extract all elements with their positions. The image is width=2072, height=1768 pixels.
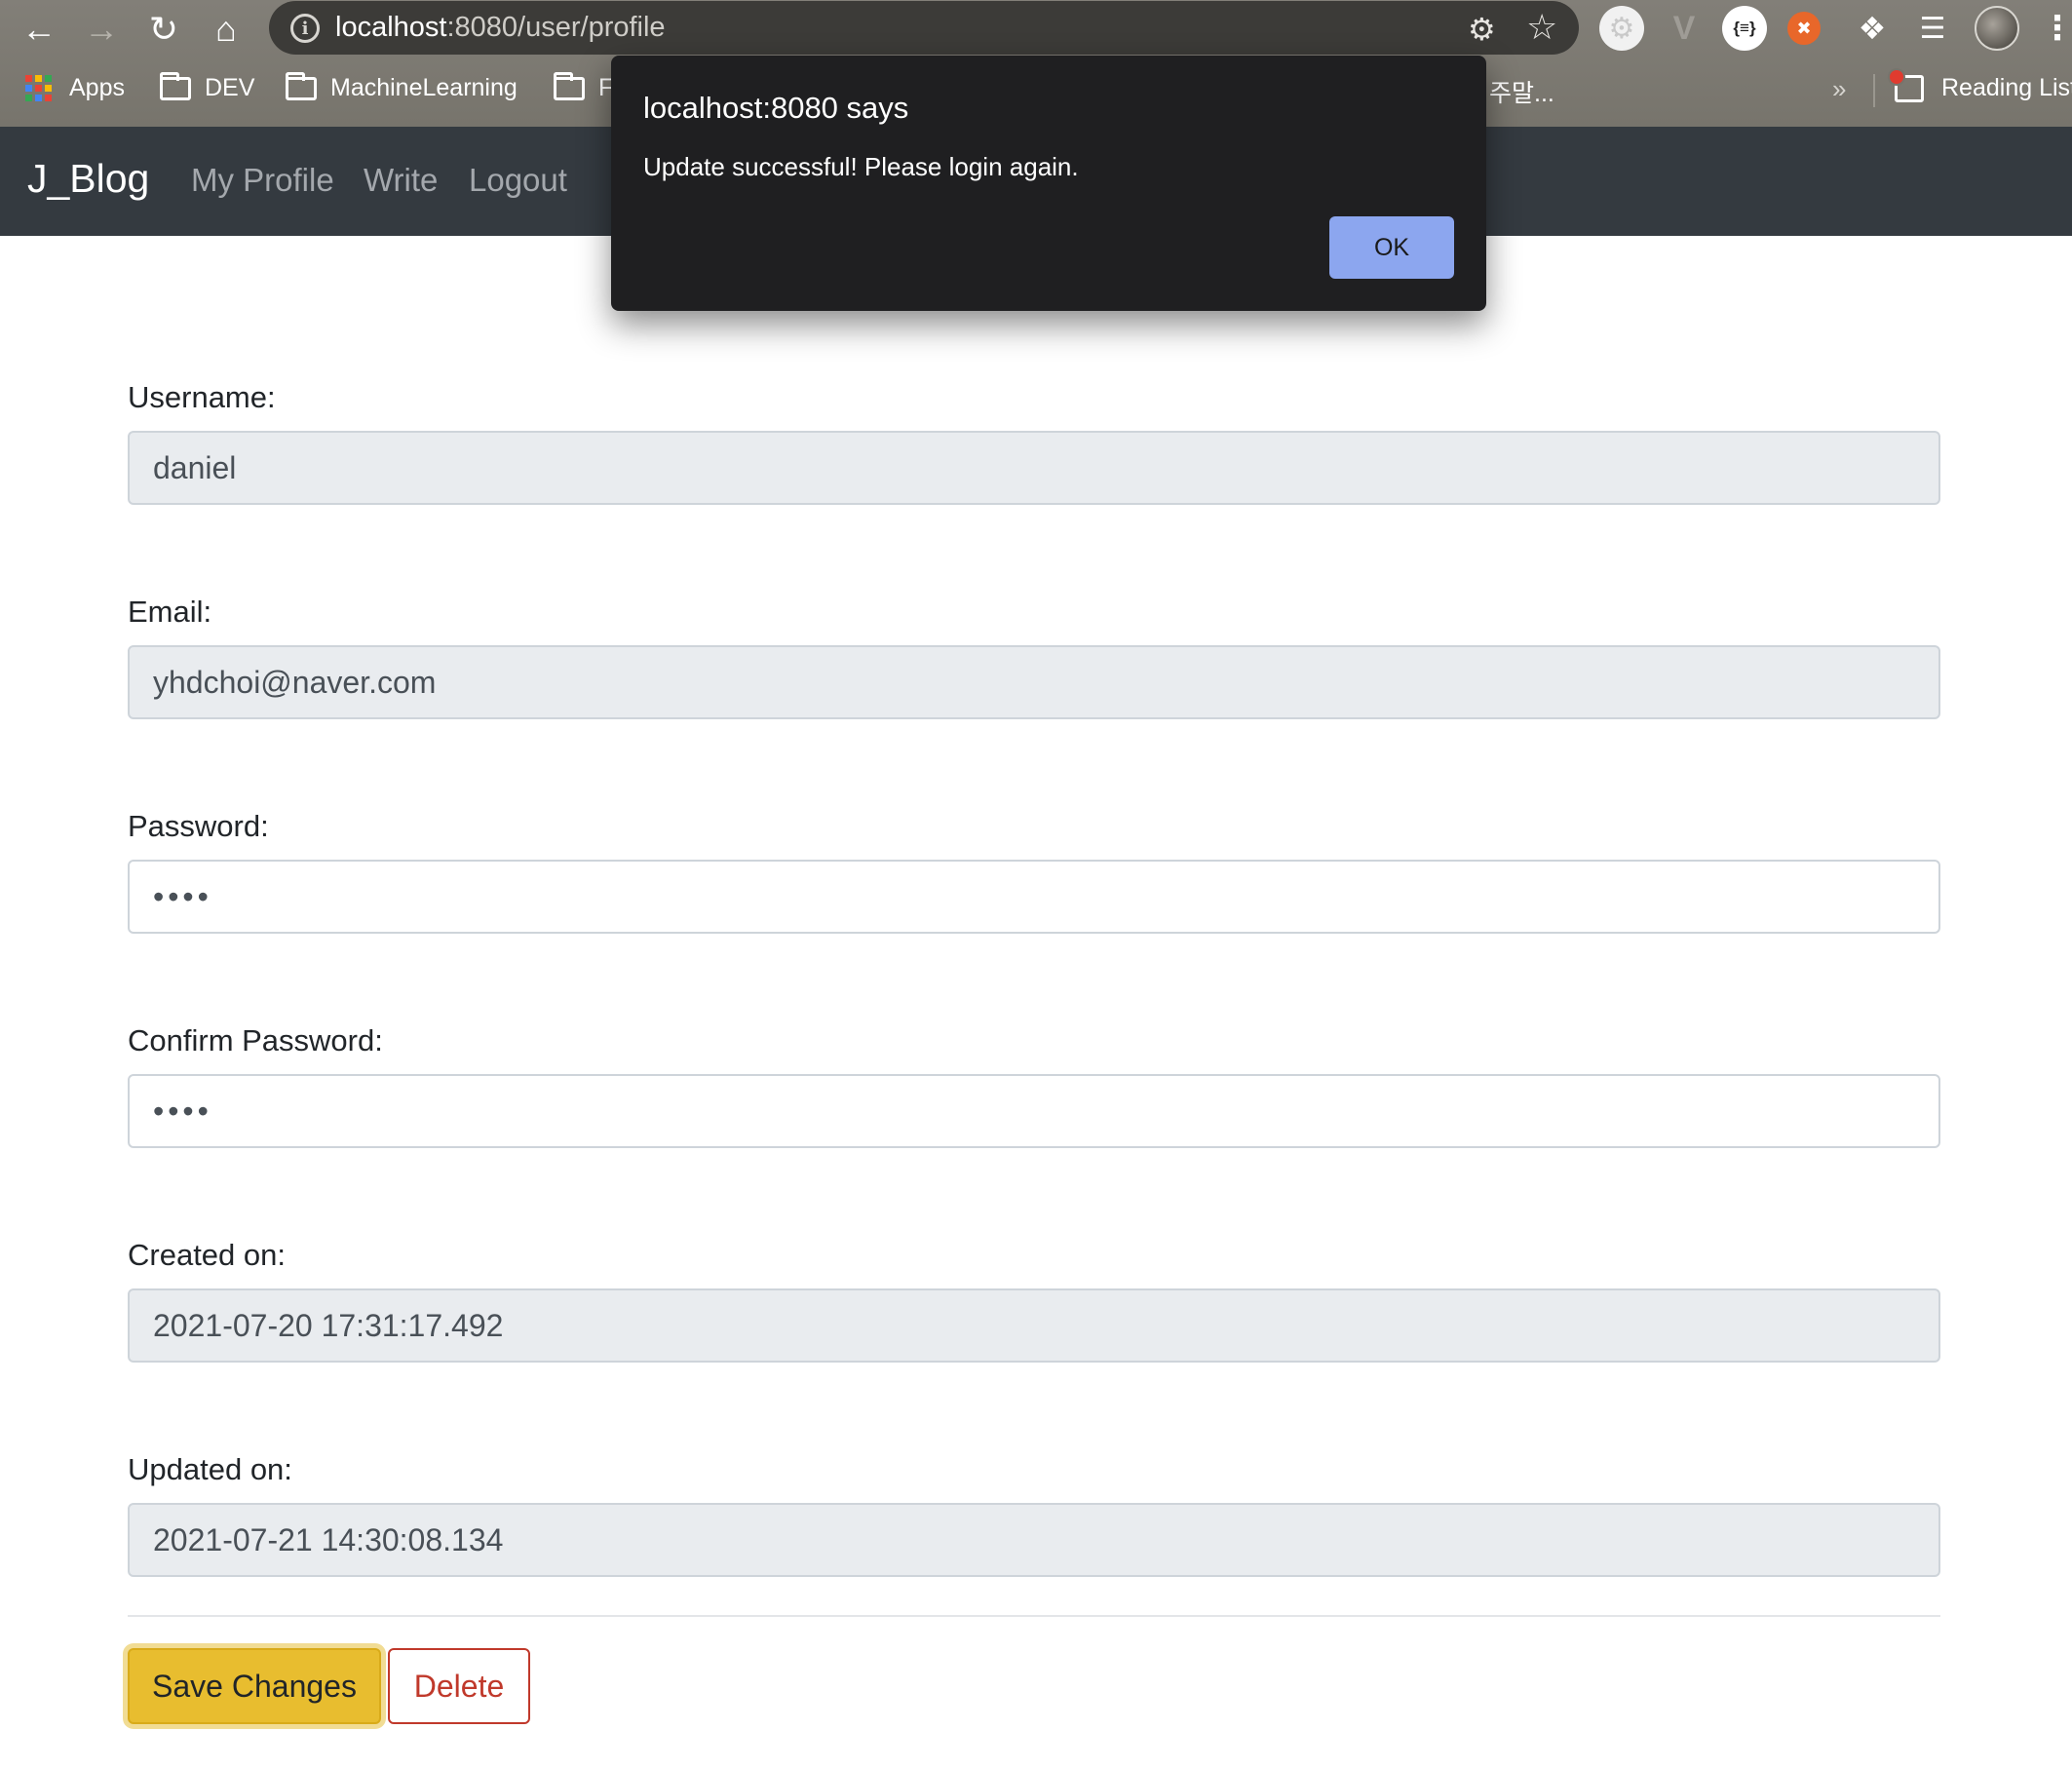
bookmark-ml-label: MachineLearning xyxy=(330,74,518,101)
updated-on-group: Updated on: xyxy=(128,1452,1940,1577)
key-icon[interactable]: ⚙ xyxy=(1468,11,1496,48)
address-bar[interactable]: i localhost:8080/user/profile ⚙ ☆ xyxy=(269,1,1579,55)
bookmark-machinelearning[interactable]: MachineLearning xyxy=(286,71,518,102)
username-label: Username: xyxy=(128,380,276,414)
bookmark-dev-label: DEV xyxy=(205,74,255,101)
email-field[interactable] xyxy=(128,645,1940,719)
created-on-field[interactable] xyxy=(128,1288,1940,1363)
home-icon[interactable]: ⌂ xyxy=(205,8,248,51)
bookmark-apps-label: Apps xyxy=(69,74,125,101)
bookmark-dev[interactable]: DEV xyxy=(160,71,255,102)
confirm-password-group: Confirm Password: xyxy=(128,1023,1940,1148)
bookmark-apps[interactable]: Apps xyxy=(25,74,125,102)
alert-dialog: localhost:8080 says Update successful! P… xyxy=(611,56,1486,311)
created-on-label: Created on: xyxy=(128,1238,286,1272)
save-changes-button[interactable]: Save Changes xyxy=(128,1648,381,1724)
created-on-group: Created on: xyxy=(128,1238,1940,1363)
folder-icon xyxy=(286,71,317,100)
dialog-message: Update successful! Please login again. xyxy=(643,152,1079,181)
updated-on-label: Updated on: xyxy=(128,1452,292,1486)
star-icon[interactable]: ☆ xyxy=(1526,7,1557,48)
email-label: Email: xyxy=(128,595,212,629)
bookmark-partial-folder[interactable]: F xyxy=(554,71,613,102)
url-host: localhost xyxy=(335,12,447,43)
nav-logout[interactable]: Logout xyxy=(469,162,567,199)
dialog-title: localhost:8080 says xyxy=(643,91,909,125)
url-path: :8080/user/profile xyxy=(446,12,666,43)
bookmarks-overflow-icon[interactable]: » xyxy=(1832,74,1846,104)
profile-avatar[interactable] xyxy=(1975,6,2019,51)
bookmark-korean[interactable]: 주말... xyxy=(1489,74,1554,109)
address-url[interactable]: localhost:8080/user/profile xyxy=(335,12,666,44)
vue-devtools-extension-icon[interactable]: V xyxy=(1662,6,1707,51)
back-icon[interactable]: ← xyxy=(18,8,60,51)
puzzle-icon[interactable]: ❖ xyxy=(1850,6,1895,51)
dialog-ok-button[interactable]: OK xyxy=(1329,216,1454,279)
folder-icon xyxy=(160,71,191,100)
forward-icon[interactable]: → xyxy=(80,8,123,51)
password-field[interactable] xyxy=(128,860,1940,934)
password-label: Password: xyxy=(128,809,269,843)
delete-button[interactable]: Delete xyxy=(388,1648,530,1724)
username-field[interactable] xyxy=(128,431,1940,505)
password-group: Password: xyxy=(128,809,1940,934)
bookmarks-separator xyxy=(1873,74,1875,107)
apps-grid-icon xyxy=(25,75,52,101)
media-icon[interactable]: ☰ xyxy=(1910,6,1955,51)
form-divider xyxy=(128,1615,1940,1617)
reading-list-label: Reading List xyxy=(1941,74,2072,101)
json-viewer-extension-icon[interactable]: {≡} xyxy=(1722,6,1767,51)
bookmark-korean-label: 주말... xyxy=(1489,80,1554,107)
email-group: Email: xyxy=(128,595,1940,719)
nav-my-profile[interactable]: My Profile xyxy=(191,162,334,199)
username-group: Username: xyxy=(128,380,1940,505)
reload-icon[interactable]: ↻ xyxy=(142,8,185,51)
brand-link[interactable]: J_Blog xyxy=(27,156,149,202)
confirm-password-label: Confirm Password: xyxy=(128,1023,383,1057)
updated-on-field[interactable] xyxy=(128,1503,1940,1577)
orange-extension-icon[interactable]: ✖ xyxy=(1787,12,1821,45)
reading-list-button[interactable]: Reading List xyxy=(1888,67,2072,102)
menu-icon[interactable]: ⋮ xyxy=(2035,6,2072,51)
react-devtools-extension-icon[interactable]: ⚙ xyxy=(1599,6,1644,51)
nav-write[interactable]: Write xyxy=(364,162,438,199)
confirm-password-field[interactable] xyxy=(128,1074,1940,1148)
info-icon[interactable]: i xyxy=(290,14,320,43)
folder-icon xyxy=(554,71,585,100)
reading-list-icon xyxy=(1888,67,1924,102)
